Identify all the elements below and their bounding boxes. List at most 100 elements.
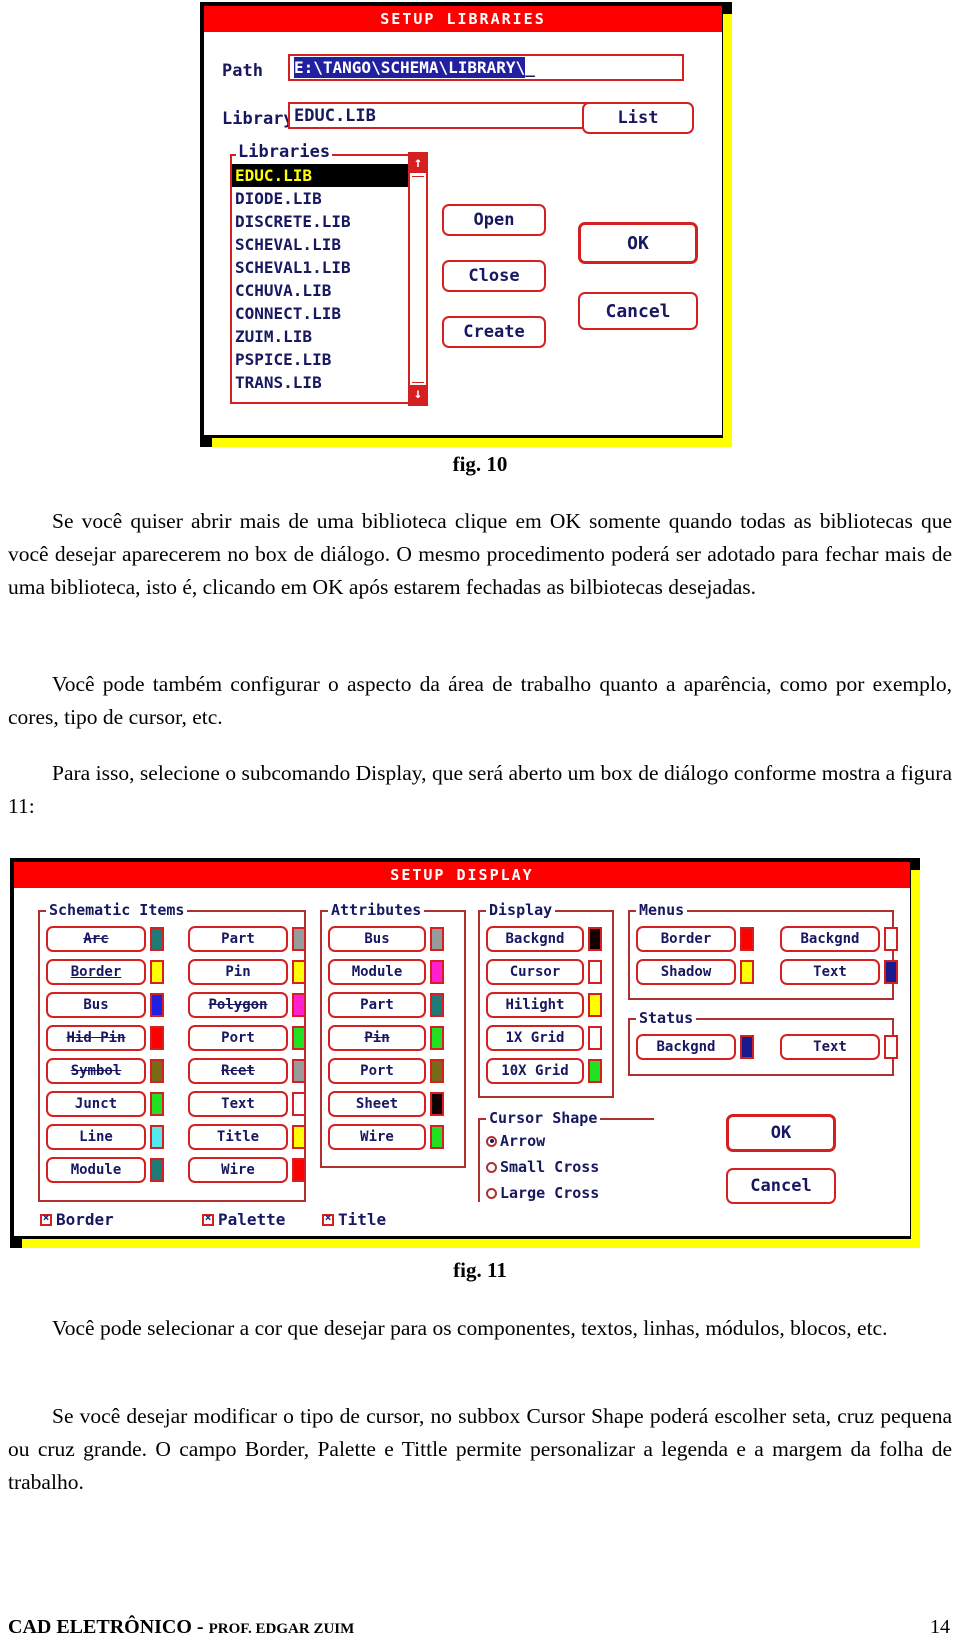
cursor-shape-option[interactable]: Small Cross [486,1158,599,1176]
attribute-button[interactable]: Sheet [328,1091,426,1117]
schematic-item-color-swatch[interactable] [292,1125,306,1149]
close-button[interactable]: Close [442,260,546,292]
schematic-item-color-swatch[interactable] [150,1158,164,1182]
open-button[interactable]: Open [442,204,546,236]
schematic-item-button[interactable]: Text [188,1091,288,1117]
library-list-item[interactable]: PSPICE.LIB [232,348,408,371]
cursor-shape-option[interactable]: Large Cross [486,1184,599,1202]
option-checkbox-title[interactable]: Title [322,1210,386,1229]
display-item-color-swatch[interactable] [588,960,602,984]
library-list-item[interactable]: CONNECT.LIB [232,302,408,325]
schematic-item-color-swatch[interactable] [292,1026,306,1050]
attribute-color-swatch[interactable] [430,1125,444,1149]
scrollbar-thumb[interactable] [412,176,424,383]
schematic-item-button[interactable]: Polygon [188,992,288,1018]
menus-item-color-swatch[interactable] [740,960,754,984]
status-item-color-swatch[interactable] [740,1035,754,1059]
attribute-button[interactable]: Pin [328,1025,426,1051]
schematic-item-color-swatch[interactable] [150,1092,164,1116]
display-ok-button[interactable]: OK [726,1114,836,1152]
schematic-item-button[interactable]: Rcet [188,1058,288,1084]
libraries-listbox[interactable]: EDUC.LIB DIODE.LIB DISCRETE.LIB SCHEVAL.LIB… [230,154,410,404]
display-cancel-button[interactable]: Cancel [726,1168,836,1204]
attribute-button[interactable]: Module [328,959,426,985]
menus-item-button[interactable]: Text [780,959,880,985]
menus-item-color-swatch[interactable] [884,960,898,984]
schematic-item-color-swatch[interactable] [150,960,164,984]
schematic-item-button[interactable]: Port [188,1025,288,1051]
schematic-item-button[interactable]: Arc [46,926,146,952]
attribute-color-swatch[interactable] [430,960,444,984]
attribute-button[interactable]: Port [328,1058,426,1084]
library-list-item[interactable]: SCHEVAL1.LIB [232,256,408,279]
library-list-item[interactable]: CCHUVA.LIB [232,279,408,302]
status-item-button[interactable]: Text [780,1034,880,1060]
display-item-color-swatch[interactable] [588,1059,602,1083]
library-list-item[interactable]: DIODE.LIB [232,187,408,210]
option-checkbox-border[interactable]: Border [40,1210,114,1229]
library-list-item[interactable]: ZUIM.LIB [232,325,408,348]
schematic-item-color-swatch[interactable] [150,1125,164,1149]
display-item-color-swatch[interactable] [588,993,602,1017]
attribute-color-swatch[interactable] [430,1092,444,1116]
scroll-up-icon[interactable]: ↑ [410,154,426,173]
attribute-color-swatch[interactable] [430,1059,444,1083]
display-item-color-swatch[interactable] [588,1026,602,1050]
schematic-item-button[interactable]: Hid Pin [46,1025,146,1051]
schematic-item-button[interactable]: Title [188,1124,288,1150]
schematic-item-button[interactable]: Junct [46,1091,146,1117]
schematic-item-color-swatch[interactable] [292,1158,306,1182]
cursor-shape-option[interactable]: Arrow [486,1132,545,1150]
schematic-item-color-swatch[interactable] [150,1059,164,1083]
menus-item-color-swatch[interactable] [884,927,898,951]
library-list-item[interactable]: SCHEVAL.LIB [232,233,408,256]
checkbox-icon[interactable] [322,1212,334,1226]
radio-icon[interactable] [486,1161,497,1173]
attribute-button[interactable]: Part [328,992,426,1018]
display-item-color-swatch[interactable] [588,927,602,951]
schematic-item-color-swatch[interactable] [150,1026,164,1050]
create-button[interactable]: Create [442,316,546,348]
menus-item-button[interactable]: Shadow [636,959,736,985]
schematic-item-button[interactable]: Wire [188,1157,288,1183]
library-list-item[interactable]: DISCRETE.LIB [232,210,408,233]
schematic-item-color-swatch[interactable] [292,927,306,951]
attribute-button[interactable]: Bus [328,926,426,952]
schematic-item-button[interactable]: Symbol [46,1058,146,1084]
schematic-item-button[interactable]: Bus [46,992,146,1018]
menus-item-button[interactable]: Border [636,926,736,952]
display-item-button[interactable]: Backgnd [486,926,584,952]
schematic-item-color-swatch[interactable] [150,927,164,951]
schematic-item-button[interactable]: Pin [188,959,288,985]
schematic-item-button[interactable]: Border [46,959,146,985]
library-list-item[interactable]: TRANS.LIB [232,371,408,394]
schematic-item-color-swatch[interactable] [150,993,164,1017]
list-button[interactable]: List [582,102,694,134]
cancel-button[interactable]: Cancel [578,292,698,330]
schematic-item-button[interactable]: Part [188,926,288,952]
attribute-button[interactable]: Wire [328,1124,426,1150]
schematic-item-color-swatch[interactable] [292,960,306,984]
menus-item-button[interactable]: Backgnd [780,926,880,952]
display-item-button[interactable]: Cursor [486,959,584,985]
display-item-button[interactable]: 10X Grid [486,1058,584,1084]
schematic-item-color-swatch[interactable] [292,1092,306,1116]
display-item-button[interactable]: 1X Grid [486,1025,584,1051]
libraries-scrollbar[interactable]: ↑ ↓ [408,152,428,406]
ok-button[interactable]: OK [578,222,698,264]
attribute-color-swatch[interactable] [430,1026,444,1050]
schematic-item-button[interactable]: Line [46,1124,146,1150]
display-item-button[interactable]: Hilight [486,992,584,1018]
schematic-item-button[interactable]: Module [46,1157,146,1183]
checkbox-icon[interactable] [40,1212,52,1226]
option-checkbox-palette[interactable]: Palette [202,1210,285,1229]
attribute-color-swatch[interactable] [430,993,444,1017]
schematic-item-color-swatch[interactable] [292,1059,306,1083]
menus-item-color-swatch[interactable] [740,927,754,951]
checkbox-icon[interactable] [202,1212,214,1226]
radio-icon[interactable] [486,1135,497,1147]
path-input[interactable]: E:\TANGO\SCHEMA\LIBRARY\ _ [288,54,684,81]
radio-icon[interactable] [486,1187,497,1199]
library-list-item[interactable]: EDUC.LIB [232,164,408,187]
scroll-down-icon[interactable]: ↓ [410,385,426,404]
